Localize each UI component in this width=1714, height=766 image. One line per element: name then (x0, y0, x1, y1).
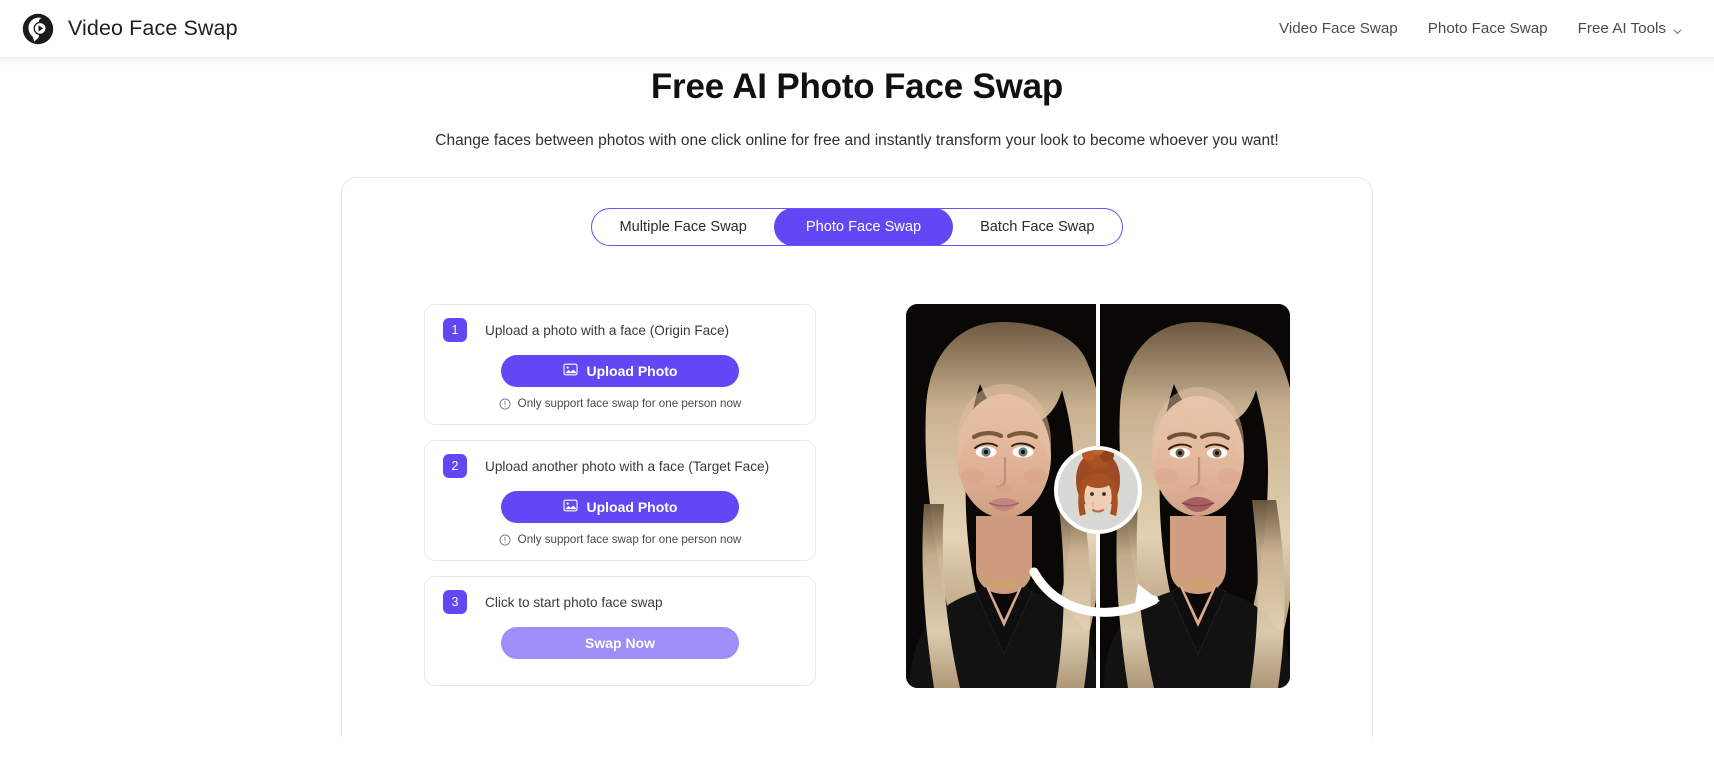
step-label-text: Upload a photo with a face (485, 322, 646, 338)
tab-photo-face-swap[interactable]: Photo Face Swap (773, 209, 954, 246)
tab-label: Multiple Face Swap (619, 219, 747, 236)
mode-tabs: Multiple Face Swap Photo Face Swap Batch… (590, 208, 1124, 247)
nav-label: Photo Face Swap (1427, 20, 1548, 37)
step-number-badge: 3 (443, 590, 467, 615)
hint-text: Only support face swap for one person no… (517, 533, 742, 547)
face-swap-before-after-preview (906, 304, 1290, 689)
brand[interactable]: Video Face Swap (22, 13, 238, 45)
page-title: Free AI Photo Face Swap (650, 67, 1064, 106)
step-label: Upload another photo with a face (Target… (485, 459, 769, 474)
step-label-text: Click to start photo face swap (485, 594, 663, 610)
main-nav: Video Face Swap Photo Face Swap Free AI … (1264, 14, 1690, 43)
nav-label: Video Face Swap (1278, 20, 1398, 37)
step-card-2: 2 Upload another photo with a face (Targ… (424, 440, 816, 562)
nav-item-free-ai-tools[interactable]: Free AI Tools (1563, 14, 1690, 43)
step-header: 2 Upload another photo with a face (Targ… (443, 454, 797, 479)
page-subtitle: Change faces between photos with one cli… (435, 131, 1279, 149)
upload-target-photo-button[interactable]: Upload Photo (501, 491, 739, 524)
step-header: 3 Click to start photo face swap (443, 590, 797, 615)
step-number-badge: 2 (443, 454, 467, 479)
step-label-note: (Target Face) (688, 458, 770, 474)
tab-multiple-face-swap[interactable]: Multiple Face Swap (592, 209, 775, 245)
step-card-3: 3 Click to start photo face swap Swap No… (424, 576, 816, 687)
swap-button-label: Swap Now (584, 635, 655, 652)
tab-label: Photo Face Swap (805, 219, 922, 236)
info-circle-icon (499, 398, 511, 410)
video-face-swap-logo-icon (22, 13, 54, 45)
step-label: Upload a photo with a face (Origin Face) (485, 323, 729, 338)
image-icon (562, 362, 578, 380)
step-card-1: 1 Upload a photo with a face (Origin Fac… (424, 304, 816, 426)
tabs-container: Multiple Face Swap Photo Face Swap Batch… (342, 208, 1372, 247)
chevron-down-icon (1672, 24, 1682, 34)
face-swap-panel: Multiple Face Swap Photo Face Swap Batch… (341, 177, 1373, 738)
nav-label: Free AI Tools (1577, 20, 1666, 37)
upload-origin-photo-button[interactable]: Upload Photo (501, 355, 739, 388)
step-header: 1 Upload a photo with a face (Origin Fac… (443, 318, 797, 343)
swap-now-button[interactable]: Swap Now (501, 627, 739, 660)
brand-name: Video Face Swap (68, 16, 238, 40)
nav-item-photo-face-swap[interactable]: Photo Face Swap (1413, 14, 1563, 43)
step-label-note: (Origin Face) (649, 322, 730, 338)
info-circle-icon (499, 534, 511, 546)
step-hint: Only support face swap for one person no… (443, 533, 797, 546)
tab-label: Batch Face Swap (980, 219, 1095, 236)
site-header: Video Face Swap Video Face Swap Photo Fa… (0, 0, 1714, 67)
steps-column: 1 Upload a photo with a face (Origin Fac… (424, 304, 816, 688)
panel-content: 1 Upload a photo with a face (Origin Fac… (342, 304, 1372, 689)
upload-button-label: Upload Photo (586, 363, 678, 380)
hint-text: Only support face swap for one person no… (517, 397, 742, 411)
hero-section: Free AI Photo Face Swap Change faces bet… (0, 57, 1714, 151)
step-label: Click to start photo face swap (485, 595, 663, 610)
step-label-text: Upload another photo with a face (485, 458, 685, 474)
step-number-badge: 1 (443, 318, 467, 343)
step-hint: Only support face swap for one person no… (443, 397, 797, 410)
tab-batch-face-swap[interactable]: Batch Face Swap (952, 209, 1122, 245)
image-icon (562, 498, 578, 516)
upload-button-label: Upload Photo (586, 499, 678, 516)
nav-item-video-face-swap[interactable]: Video Face Swap (1264, 14, 1413, 43)
